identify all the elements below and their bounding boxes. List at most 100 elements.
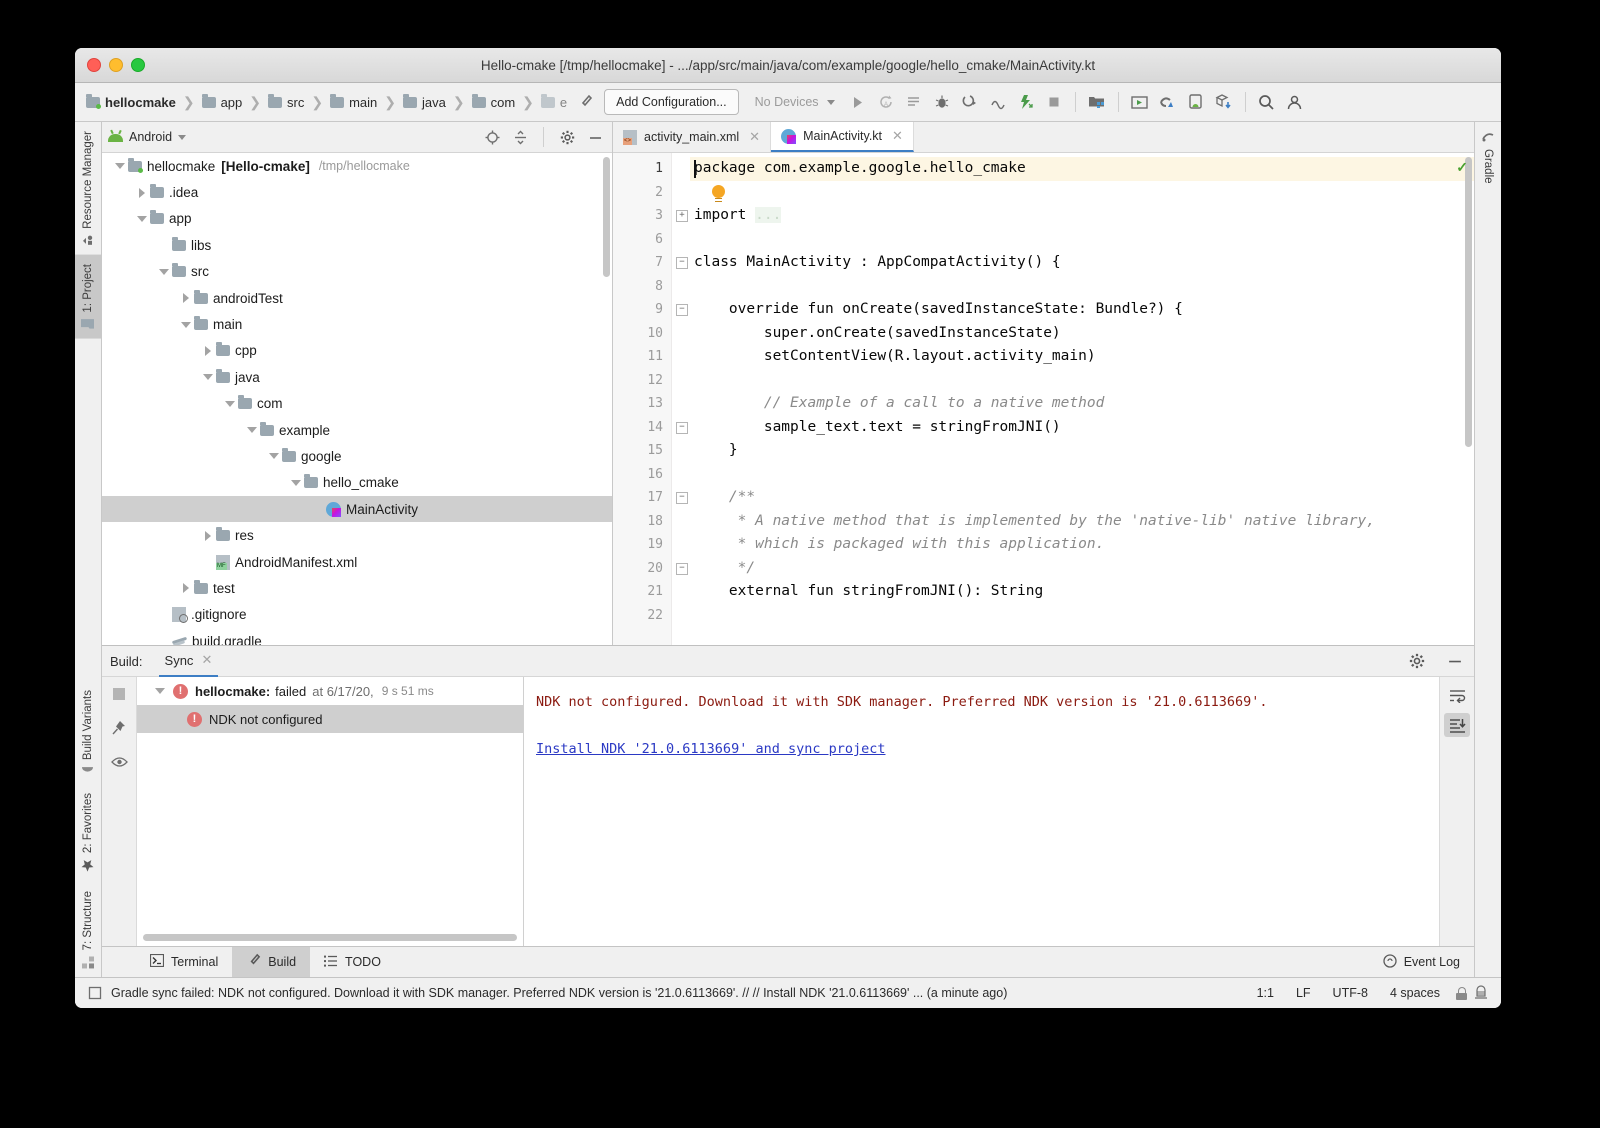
breadcrumb-item-java[interactable]: java xyxy=(400,93,449,112)
twisty-closed-icon[interactable] xyxy=(183,583,189,593)
tree-twisty[interactable] xyxy=(288,480,304,486)
install-ndk-link[interactable]: Install NDK '21.0.6113669' and sync proj… xyxy=(536,738,886,760)
line-separator[interactable]: LF xyxy=(1285,986,1322,1000)
editor-scrollbar[interactable] xyxy=(1465,157,1472,447)
twisty-open-icon[interactable] xyxy=(247,427,257,433)
twisty-open-icon[interactable] xyxy=(155,688,165,694)
apply-code-changes-icon[interactable] xyxy=(901,90,927,114)
notification-icon[interactable] xyxy=(85,983,105,1003)
twisty-open-icon[interactable] xyxy=(115,163,125,169)
tab-sync[interactable]: Sync ✕ xyxy=(159,646,219,677)
build-hammer-icon[interactable] xyxy=(572,90,598,114)
layout-inspector-icon[interactable] xyxy=(1155,90,1181,114)
breadcrumb-item-example[interactable]: e xyxy=(538,93,570,112)
pin-icon[interactable] xyxy=(108,717,130,739)
sidebar-item-project[interactable]: 1: Project xyxy=(75,255,101,339)
fold-marker[interactable]: + xyxy=(676,210,688,222)
build-tree-hscrollbar[interactable] xyxy=(143,934,517,941)
tree-item-build-gradle[interactable]: build.gradle xyxy=(102,628,612,645)
code-folding-column[interactable]: + − − − − − xyxy=(672,153,690,645)
breadcrumb-item-main[interactable]: main xyxy=(327,93,380,112)
fold-marker[interactable]: − xyxy=(676,422,688,434)
project-view-selector[interactable]: Android xyxy=(129,130,172,144)
tree-item-hello-cmake[interactable]: hello_cmake xyxy=(102,470,612,496)
stop-icon[interactable] xyxy=(108,683,130,705)
eye-icon[interactable] xyxy=(108,751,130,773)
soft-wrap-icon[interactable] xyxy=(1444,683,1470,707)
tree-item-androidtest[interactable]: androidTest xyxy=(102,285,612,311)
inspection-hector-icon[interactable] xyxy=(1471,983,1491,1003)
sidebar-item-build-variants[interactable]: Build Variants xyxy=(75,681,101,784)
tree-item-java[interactable]: java xyxy=(102,364,612,390)
tree-twisty[interactable] xyxy=(134,188,150,198)
chevron-down-icon[interactable] xyxy=(178,135,186,140)
tree-twisty[interactable] xyxy=(200,531,216,541)
indent-setting[interactable]: 4 spaces xyxy=(1379,986,1451,1000)
profiler-icon[interactable] xyxy=(985,90,1011,114)
minimize-icon[interactable] xyxy=(584,127,606,147)
run-icon[interactable] xyxy=(845,90,871,114)
tab-build[interactable]: Build xyxy=(232,947,310,977)
tree-twisty[interactable] xyxy=(178,293,194,303)
twisty-open-icon[interactable] xyxy=(291,480,301,486)
project-tree[interactable]: hellocmake[Hello-cmake]/tmp/hellocmake.i… xyxy=(102,153,612,645)
tree-item-main[interactable]: main xyxy=(102,311,612,337)
tree-twisty[interactable] xyxy=(156,269,172,275)
build-tree-item-error[interactable]: !NDK not configured xyxy=(137,705,523,733)
collapse-all-icon[interactable] xyxy=(509,127,531,147)
breadcrumb-item-src[interactable]: src xyxy=(265,93,307,112)
maximize-window-button[interactable] xyxy=(131,58,145,72)
debug-icon[interactable] xyxy=(929,90,955,114)
intention-bulb-icon[interactable] xyxy=(712,185,725,198)
run-instant-icon[interactable] xyxy=(1013,90,1039,114)
code-text[interactable]: package com.example.google.hello_cmakeim… xyxy=(690,153,1474,645)
caret-position[interactable]: 1:1 xyxy=(1246,986,1285,1000)
fold-marker[interactable]: − xyxy=(676,492,688,504)
twisty-open-icon[interactable] xyxy=(181,322,191,328)
sidebar-item-resource-manager[interactable]: Resource Manager xyxy=(75,122,101,255)
tree-twisty[interactable] xyxy=(178,322,194,328)
lock-icon[interactable] xyxy=(1451,983,1471,1003)
sdk-manager-icon[interactable] xyxy=(1084,90,1110,114)
tab-todo[interactable]: TODO xyxy=(310,947,395,977)
tree-item-app[interactable]: app xyxy=(102,206,612,232)
tree-item--idea[interactable]: .idea xyxy=(102,179,612,205)
minimize-icon[interactable] xyxy=(1444,651,1466,671)
fold-marker[interactable]: − xyxy=(676,257,688,269)
breadcrumb-item-app[interactable]: app xyxy=(199,93,246,112)
tree-item-libs[interactable]: libs xyxy=(102,232,612,258)
twisty-closed-icon[interactable] xyxy=(205,531,211,541)
tab-mainactivity-kt[interactable]: MainActivity.kt ✕ xyxy=(771,122,914,152)
minimize-window-button[interactable] xyxy=(109,58,123,72)
fold-marker[interactable]: − xyxy=(676,563,688,575)
twisty-open-icon[interactable] xyxy=(137,216,147,222)
tree-item-google[interactable]: google xyxy=(102,443,612,469)
tree-twisty[interactable] xyxy=(266,453,282,459)
sidebar-item-structure[interactable]: 7: Structure xyxy=(75,882,101,977)
tree-scrollbar[interactable] xyxy=(603,157,610,277)
twisty-open-icon[interactable] xyxy=(225,401,235,407)
device-selector[interactable]: No Devices xyxy=(747,90,843,114)
search-icon[interactable] xyxy=(1254,90,1280,114)
scroll-to-end-icon[interactable] xyxy=(1444,713,1470,737)
tree-item-example[interactable]: example xyxy=(102,417,612,443)
tree-item-com[interactable]: com xyxy=(102,391,612,417)
tree-item-test[interactable]: test xyxy=(102,575,612,601)
tree-item-hellocmake[interactable]: hellocmake[Hello-cmake]/tmp/hellocmake xyxy=(102,153,612,179)
tree-twisty[interactable] xyxy=(244,427,260,433)
tree-item-mainactivity[interactable]: MainActivity xyxy=(102,496,612,522)
fold-marker[interactable]: − xyxy=(676,304,688,316)
gear-icon[interactable] xyxy=(1406,651,1428,671)
twisty-open-icon[interactable] xyxy=(203,374,213,380)
stop-icon[interactable] xyxy=(1041,90,1067,114)
tree-item-src[interactable]: src xyxy=(102,259,612,285)
avd-manager-icon[interactable] xyxy=(1127,90,1153,114)
tree-item-androidmanifest-xml[interactable]: AndroidManifest.xml xyxy=(102,549,612,575)
event-log-button[interactable]: Event Log xyxy=(1369,947,1474,977)
apply-changes-icon[interactable]: A xyxy=(873,90,899,114)
add-configuration-button[interactable]: Add Configuration... xyxy=(604,89,739,115)
avatar-icon[interactable] xyxy=(1282,90,1308,114)
locate-icon[interactable] xyxy=(481,127,503,147)
close-window-button[interactable] xyxy=(87,58,101,72)
status-message[interactable]: Gradle sync failed: NDK not configured. … xyxy=(111,986,1007,1000)
